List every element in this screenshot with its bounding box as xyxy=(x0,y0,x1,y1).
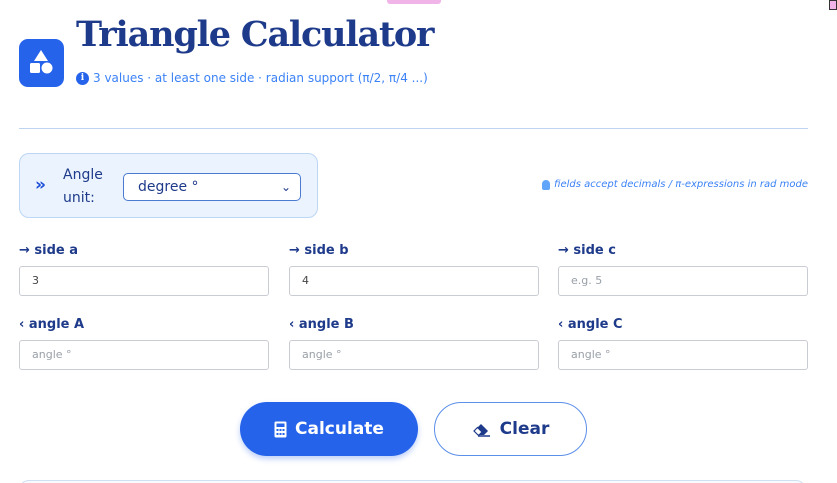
side-c-input[interactable]: e.g. 5 xyxy=(558,266,808,296)
corner-badge xyxy=(829,0,837,10)
angle-unit-label: Angle unit: xyxy=(63,167,103,206)
page-subtitle: i 3 values · at least one side · radian … xyxy=(76,71,428,85)
top-decoration xyxy=(387,0,441,4)
side-b-label: → side b xyxy=(289,243,349,258)
subtitle-text: 3 values · at least one side · radian su… xyxy=(93,71,428,85)
angle-icon: ‹ xyxy=(558,317,568,332)
angle-a-input[interactable]: angle ° xyxy=(19,340,269,370)
divider xyxy=(19,128,808,129)
side-a-label: → side a xyxy=(19,243,79,258)
angle-icon: ‹ xyxy=(289,317,299,332)
angle-b-input[interactable]: angle ° xyxy=(289,340,539,370)
angle-a-label: ‹ angle A xyxy=(19,317,85,332)
page-title: Triangle Calculator xyxy=(76,14,434,55)
calculator-icon xyxy=(274,421,287,437)
angle-c-label: ‹ angle C xyxy=(558,317,623,332)
arrow-right-icon: → xyxy=(289,243,305,258)
side-a-input[interactable]: 3 xyxy=(19,266,269,296)
angle-b-label: ‹ angle B xyxy=(289,317,354,332)
arrow-right-icon: → xyxy=(558,243,574,258)
hint-text: fields accept decimals / π-expressions i… xyxy=(554,179,808,190)
angle-c-input[interactable]: angle ° xyxy=(558,340,808,370)
double-chevron-icon: » xyxy=(35,175,46,195)
angle-icon: ‹ xyxy=(19,317,29,332)
clear-button[interactable]: Clear xyxy=(434,402,587,456)
angle-unit-selected: degree ° xyxy=(138,179,199,195)
clear-label: Clear xyxy=(499,419,550,439)
arrow-right-icon: → xyxy=(19,243,35,258)
logo-icon xyxy=(19,39,64,87)
calculate-button[interactable]: Calculate xyxy=(240,402,418,456)
chevron-down-icon: ⌄ xyxy=(280,180,291,194)
info-icon: i xyxy=(76,71,89,85)
calculate-label: Calculate xyxy=(295,419,384,439)
angle-unit-select[interactable]: degree ° ⌄ xyxy=(123,173,301,201)
lightbulb-icon xyxy=(542,179,551,190)
side-c-label: → side c xyxy=(558,243,616,258)
side-b-input[interactable]: 4 xyxy=(289,266,539,296)
angle-unit-panel: » Angle unit: degree ° ⌄ xyxy=(19,153,318,218)
eraser-icon xyxy=(472,424,490,437)
input-hint: fields accept decimals / π-expressions i… xyxy=(542,179,808,190)
